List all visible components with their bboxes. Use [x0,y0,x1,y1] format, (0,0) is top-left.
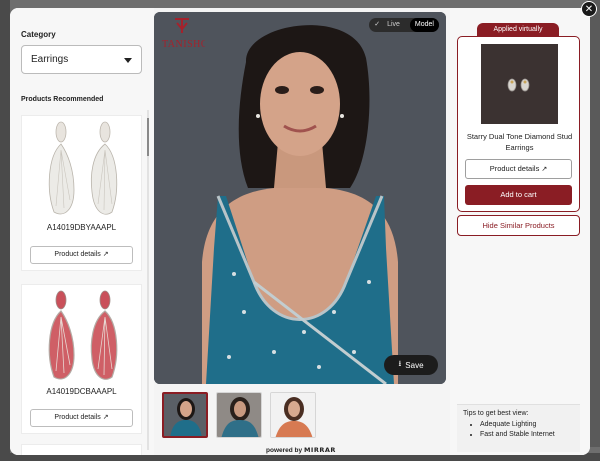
powered-by: powered by MIRRAR [266,446,336,454]
powered-by-label: powered by [266,447,303,454]
category-label: Category [21,30,56,39]
category-value: Earrings [31,54,69,65]
toggle-live[interactable]: ✓ Live [369,18,410,32]
stud-earrings-image [481,44,558,124]
try-on-modal: Category Earrings Products Recommended A… [10,8,590,455]
mirrar-brand: MIRRAR [303,446,336,454]
scrollbar-thumb[interactable] [147,118,149,156]
product-details-label: Product details [54,414,101,421]
external-link-icon: ↗ [102,414,109,421]
tips-box: Tips to get best view: Adequate Lighting… [457,404,580,452]
tanishq-logo: TANISHQ [159,17,208,56]
tips-title: Tips to get best view: [463,410,529,417]
tanishq-logo-mark: TANISHQ [162,18,208,50]
tip-item: Adequate Lighting [480,420,574,430]
product-code: A14019DBYAAAPL [46,223,117,232]
try-on-camera-view[interactable]: TANISHQ ✓ Live Model ⭳ Save [154,12,446,384]
applied-virtually-tab: Applied virtually [477,23,559,36]
product-details-button[interactable]: Product details ↗ [30,246,133,264]
product-card[interactable] [21,444,142,455]
download-icon: ⭳ [398,359,402,368]
model-thumbnails [162,392,316,438]
earring-image [48,290,118,380]
right-panel: Starry Dual Tone Diamond Stud Earrings P… [450,8,590,455]
product-card[interactable]: A14019DCBAAAPL Product details ↗ [21,284,142,434]
model-thumbnail[interactable] [270,392,316,438]
save-button[interactable]: ⭳ Save [384,355,438,375]
product-details-button[interactable]: Product details ↗ [30,409,133,427]
product-details-label: Product details [54,251,101,258]
add-to-cart-button[interactable]: Add to cart [465,185,572,205]
product-details-button[interactable]: Product details ↗ [465,159,572,179]
save-label: Save [405,360,424,370]
logo-text: TANISHQ [162,39,205,50]
scrollbar-track[interactable] [147,110,149,450]
tips-list: Adequate Lighting Fast and Stable Intern… [463,420,574,440]
category-select[interactable]: Earrings [21,45,142,74]
thumbnail-image [217,393,261,437]
applied-product-image [481,44,558,124]
toggle-live-label: Live [387,21,400,28]
product-code: A14019DCBAAAPL [46,387,117,396]
model-photo [154,12,446,384]
external-link-icon: ↗ [541,166,548,173]
products-recommended-label: Products Recommended [21,96,104,103]
backdrop-left [0,0,10,461]
external-link-icon: ↗ [102,251,109,258]
thumbnail-image [164,394,206,436]
live-model-toggle[interactable]: ✓ Live Model [369,18,439,32]
product-details-label: Product details [489,164,540,173]
model-thumbnail[interactable] [216,392,262,438]
hide-similar-products-button[interactable]: Hide Similar Products [457,215,580,236]
toggle-model[interactable]: Model [409,18,439,32]
close-button[interactable]: ✕ [581,1,597,17]
chevron-down-icon [124,58,132,63]
left-panel: Category Earrings Products Recommended A… [10,8,154,455]
thumbnail-image [271,393,315,437]
model-thumbnail[interactable] [162,392,208,438]
earring-image [48,121,118,215]
applied-product-card: Starry Dual Tone Diamond Stud Earrings P… [457,36,580,212]
tip-item: Fast and Stable Internet [480,430,574,440]
product-card[interactable]: A14019DBYAAAPL Product details ↗ [21,115,142,271]
applied-product-name: Starry Dual Tone Diamond Stud Earrings [466,132,573,152]
